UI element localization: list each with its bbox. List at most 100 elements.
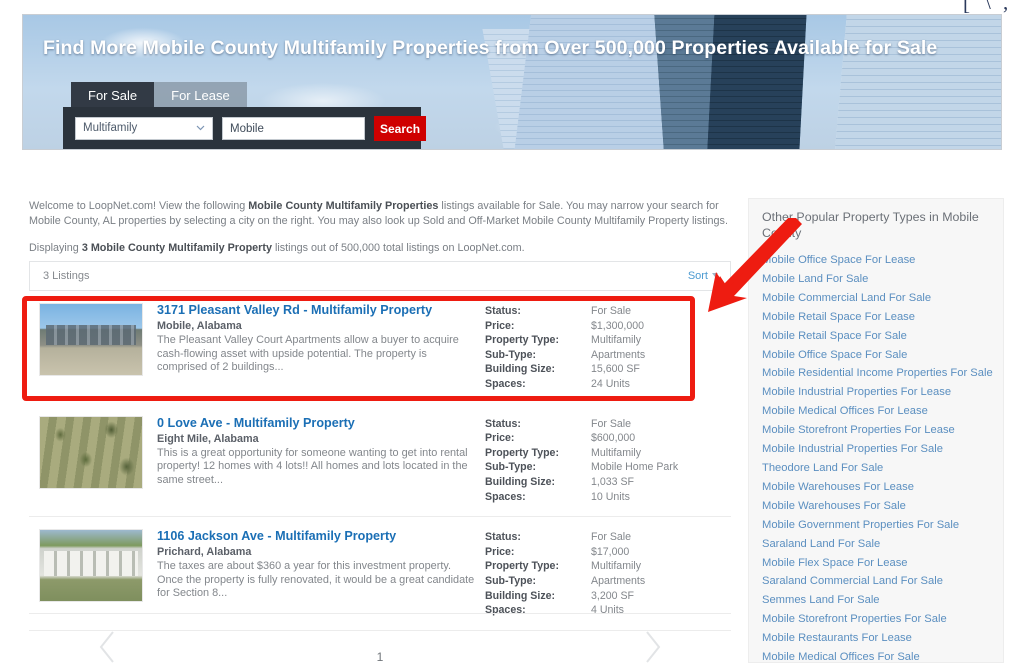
listing-description-1: The Pleasant Valley Court Apartments all… [157, 334, 459, 374]
spec-value-building-size-3: 3,200 SF [591, 589, 634, 602]
property-type-select[interactable]: Multifamily [75, 117, 213, 140]
spec-label-spaces: Spaces: [485, 377, 526, 390]
listing-row-2[interactable]: 0 Love Ave - Multifamily Property Eight … [29, 403, 731, 518]
clipped-top-glyph-strip: [ \ , [0, 0, 1024, 14]
hero-headline: Find More Mobile County Multifamily Prop… [43, 37, 938, 59]
spec-value-spaces-1: 24 Units [591, 377, 630, 390]
spec-value-property-type-2: Multifamily [591, 446, 642, 459]
spec-value-column-2: For Sale $600,000 Multifamily Mobile Hom… [591, 417, 719, 505]
spec-label-building-size: Building Size: [485, 589, 556, 602]
listing-title-link-1[interactable]: 3171 Pleasant Valley Rd - Multifamily Pr… [157, 303, 477, 318]
listing-thumbnail-2[interactable] [39, 415, 143, 489]
listing-specs-2: Status: Price: Property Type: Sub-Type: … [485, 416, 719, 505]
pagination-current-page[interactable]: 1 [29, 650, 731, 663]
listing-specs-3: Status: Price: Property Type: Sub-Type: … [485, 529, 719, 618]
intro-p2-part2: listings out of 500,000 total listings o… [271, 242, 525, 254]
spec-label-building-size: Building Size: [485, 475, 556, 488]
listing-thumbnail-1[interactable] [39, 303, 143, 376]
sidebar-link-5[interactable]: Mobile Retail Space For Sale [762, 327, 989, 346]
spec-label-sub-type: Sub-Type: [485, 461, 537, 474]
clipped-glyph-1: [ [963, 0, 970, 14]
spec-label-sub-type: Sub-Type: [485, 348, 537, 361]
spec-value-status-2: For Sale [591, 417, 632, 430]
listing-summary-2: 0 Love Ave - Multifamily Property Eight … [143, 416, 485, 505]
sidebar-link-21[interactable]: Mobile Restaurants For Lease [762, 629, 989, 648]
listing-row-1[interactable]: 3171 Pleasant Valley Rd - Multifamily Pr… [29, 291, 731, 404]
spec-value-column-3: For Sale $17,000 Multifamily Apartments … [591, 530, 719, 618]
sidebar-link-2[interactable]: Mobile Land For Sale [762, 270, 989, 289]
hero-search-bar: Multifamily Search [63, 107, 427, 149]
spec-value-sub-type-1: Apartments [591, 348, 646, 361]
sidebar-link-22[interactable]: Mobile Medical Offices For Sale [762, 648, 989, 663]
search-mode-tabs: For Sale For Lease [71, 82, 247, 110]
sidebar-link-11[interactable]: Mobile Industrial Properties For Sale [762, 440, 989, 459]
listings-count-label: 3 Listings [43, 270, 90, 282]
sidebar-link-14[interactable]: Mobile Warehouses For Sale [762, 497, 989, 516]
sidebar-link-6[interactable]: Mobile Office Space For Sale [762, 346, 989, 365]
spec-value-property-type-1: Multifamily [591, 334, 642, 347]
loopnet-search-results-page: [ \ , Find More Mobile County Multifamil… [0, 0, 1024, 663]
spec-label-spaces: Spaces: [485, 490, 526, 503]
intro-paragraph-2: Displaying 3 Mobile County Multifamily P… [29, 241, 729, 256]
clipped-glyph-2: \ [985, 0, 991, 14]
sidebar-link-13[interactable]: Mobile Warehouses For Lease [762, 478, 989, 497]
spec-label-status: Status: [485, 531, 521, 544]
spec-label-property-type: Property Type: [485, 446, 559, 459]
sidebar-link-9[interactable]: Mobile Medical Offices For Lease [762, 402, 989, 421]
intro-text-block: Welcome to LoopNet.com! View the followi… [29, 199, 729, 256]
spec-value-sub-type-3: Apartments [591, 574, 646, 587]
property-type-select-wrap: Multifamily [75, 117, 213, 140]
spec-value-price-2: $600,000 [591, 432, 636, 445]
sidebar-link-10[interactable]: Mobile Storefront Properties For Lease [762, 421, 989, 440]
spec-label-column-1: Status: Price: Property Type: Sub-Type: … [485, 304, 591, 392]
sidebar-link-18[interactable]: Saraland Commercial Land For Sale [762, 572, 989, 591]
intro-paragraph-1: Welcome to LoopNet.com! View the followi… [29, 199, 729, 228]
sidebar-link-19[interactable]: Semmes Land For Sale [762, 591, 989, 610]
spec-label-building-size: Building Size: [485, 363, 556, 376]
sidebar-link-7[interactable]: Mobile Residential Income Properties For… [762, 364, 993, 383]
sidebar-link-8[interactable]: Mobile Industrial Properties For Lease [762, 383, 989, 402]
listing-description-3: The taxes are about $360 a year for this… [157, 560, 475, 600]
listing-specs-1: Status: Price: Property Type: Sub-Type: … [485, 303, 719, 392]
caret-down-icon [712, 273, 718, 277]
hero-banner: Find More Mobile County Multifamily Prop… [22, 14, 1002, 150]
spec-value-building-size-2: 1,033 SF [591, 475, 634, 488]
intro-p2-bold: 3 Mobile County Multifamily Property [81, 242, 272, 254]
sidebar-title: Other Popular Property Types in Mobile C… [762, 210, 979, 240]
spec-label-column-2: Status: Price: Property Type: Sub-Type: … [485, 417, 591, 505]
listing-title-link-3[interactable]: 1106 Jackson Ave - Multifamily Property [157, 529, 477, 544]
intro-p2-part1: Displaying [29, 242, 82, 254]
intro-p1-bold: Mobile County Multifamily Properties [248, 200, 439, 212]
spec-value-building-size-1: 15,600 SF [591, 363, 640, 376]
spec-label-price: Price: [485, 545, 515, 558]
listings-toolbar: 3 Listings Sort [29, 261, 731, 291]
spec-label-price: Price: [485, 432, 515, 445]
popular-property-types-sidebar: Other Popular Property Types in Mobile C… [748, 198, 1004, 663]
spec-value-spaces-2: 10 Units [591, 490, 630, 503]
intro-p1-part1: Welcome to LoopNet.com! View the followi… [29, 200, 249, 212]
spec-label-status: Status: [485, 417, 521, 430]
spec-label-column-3: Status: Price: Property Type: Sub-Type: … [485, 530, 591, 618]
sidebar-link-15[interactable]: Mobile Government Properties For Sale [762, 516, 989, 535]
tab-for-lease[interactable]: For Lease [154, 82, 247, 110]
listing-description-2: This is a great opportunity for someone … [157, 446, 468, 486]
listing-summary-1: 3171 Pleasant Valley Rd - Multifamily Pr… [143, 303, 485, 392]
sidebar-link-4[interactable]: Mobile Retail Space For Lease [762, 308, 989, 327]
spec-label-property-type: Property Type: [485, 560, 559, 573]
sidebar-link-17[interactable]: Mobile Flex Space For Lease [762, 554, 989, 573]
location-search-input[interactable] [222, 117, 365, 140]
clipped-glyph-3: , [1003, 0, 1009, 14]
listing-thumbnail-3[interactable] [39, 529, 143, 603]
sidebar-link-12[interactable]: Theodore Land For Sale [762, 459, 989, 478]
tab-for-sale[interactable]: For Sale [71, 82, 155, 110]
sidebar-link-3[interactable]: Mobile Commercial Land For Sale [762, 289, 989, 308]
sidebar-link-1[interactable]: Mobile Office Space For Lease [762, 251, 989, 270]
sidebar-link-20[interactable]: Mobile Storefront Properties For Sale [762, 610, 989, 629]
spec-value-price-1: $1,300,000 [591, 319, 645, 332]
listing-title-link-2[interactable]: 0 Love Ave - Multifamily Property [157, 416, 477, 431]
search-button[interactable]: Search [374, 116, 427, 141]
sort-label: Sort [687, 270, 708, 282]
sidebar-link-16[interactable]: Saraland Land For Sale [762, 535, 989, 554]
spec-value-column-1: For Sale $1,300,000 Multifamily Apartmen… [591, 304, 719, 392]
sort-button[interactable]: Sort [688, 270, 718, 282]
